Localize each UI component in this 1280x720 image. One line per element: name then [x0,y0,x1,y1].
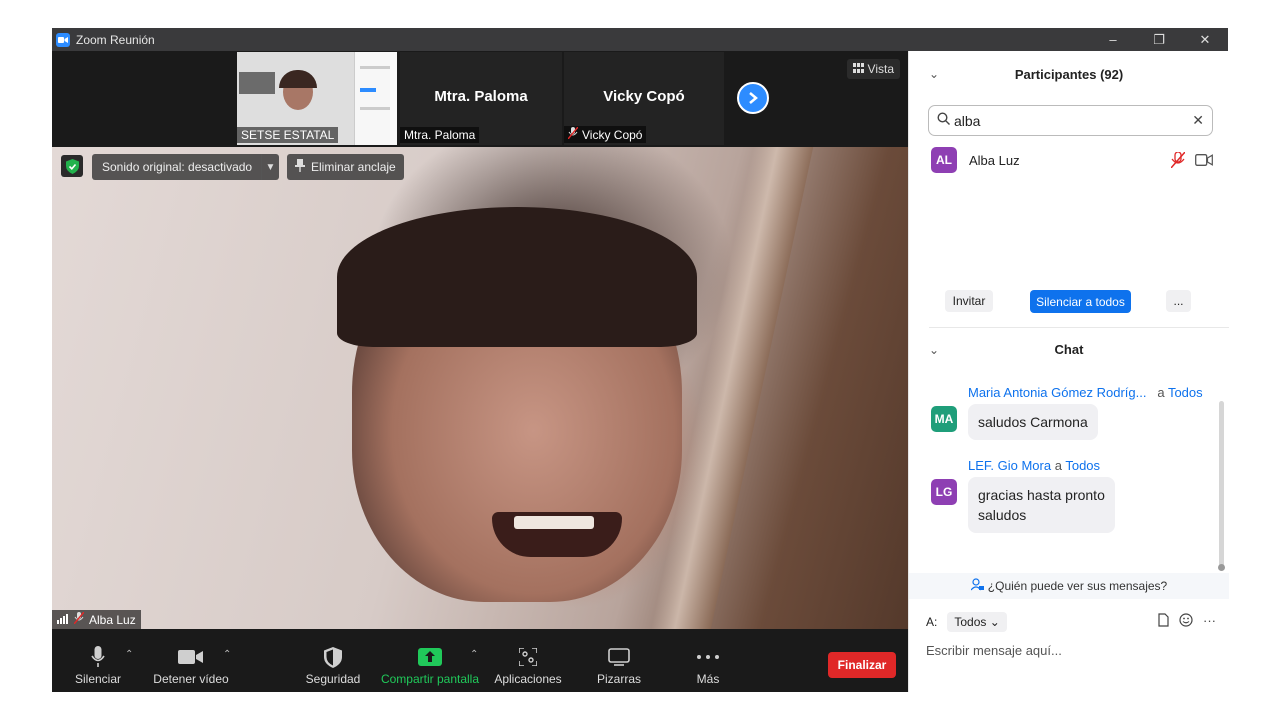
chat-message-bubble: saludos Carmona [968,404,1098,440]
chat-scrollbar[interactable] [1219,401,1224,569]
active-speaker-video: Sonido original: desactivado ▼ Eliminar … [52,147,908,629]
unpin-button[interactable]: Eliminar anclaje [287,154,404,180]
chevron-up-icon[interactable]: ⌃ [223,649,231,660]
clear-search-icon[interactable]: ✕ [1192,112,1204,129]
zoom-window: Zoom Reunión – ❐ ✕ SETSE ESTATAL Mtra. P… [52,28,1229,692]
gallery-tile-participant[interactable]: Vicky Copó Vicky Copó [564,52,724,145]
title-bar: Zoom Reunión – ❐ ✕ [52,28,1228,51]
speaker-mouth [492,512,622,557]
participant-search-input[interactable] [954,112,1184,129]
chat-recipient-row: A: Todos ⌄ ··· [926,611,1216,633]
apps-button[interactable]: Aplicaciones [492,629,564,692]
view-button[interactable]: Vista [846,59,900,79]
recipient-select[interactable]: Todos ⌄ [947,612,1007,632]
gallery-tile-screen-share[interactable]: SETSE ESTATAL [237,52,397,145]
who-can-see-link[interactable]: ¿Quién puede ver sus mensajes? [909,573,1229,599]
zoom-logo-icon [56,32,70,47]
minimize-button[interactable]: – [1090,28,1136,51]
mute-button[interactable]: Silenciar [70,629,126,692]
pin-icon [295,159,305,175]
gallery-strip: SETSE ESTATAL Mtra. Paloma Mtra. Paloma … [52,51,908,146]
window-title: Zoom Reunión [76,32,155,47]
next-page-button[interactable] [737,82,769,114]
speaker-hair [337,207,697,347]
participant-row[interactable]: AL Alba Luz [931,147,1221,173]
search-icon [937,111,950,130]
chevron-down-icon[interactable]: ▼ [261,154,279,180]
share-screen-button[interactable]: Compartir pantalla [378,629,482,692]
meeting-control-bar: Silenciar ⌃ Detener vídeo ⌃ Seguridad Co… [52,629,908,692]
tile-label: Mtra. Paloma [400,127,480,143]
section-divider [929,327,1229,328]
ellipsis-icon [697,642,719,672]
share-screen-icon [418,642,442,672]
whiteboards-button[interactable]: Pizarras [588,629,650,692]
chat-message-sender: Maria Antonia Gómez Rodríg... a Todos [968,385,1203,400]
original-sound-button[interactable]: Sonido original: desactivado [92,154,263,180]
chevron-up-icon[interactable]: ⌃ [470,649,478,660]
video-camera-icon [178,642,204,672]
emoji-icon[interactable] [1179,613,1193,630]
invite-button[interactable]: Invitar [945,290,993,312]
shield-icon [324,642,342,672]
participant-search-box[interactable]: ✕ [928,105,1213,136]
restore-button[interactable]: ❐ [1136,28,1182,51]
avatar: AL [931,147,957,173]
avatar: MA [931,406,957,432]
chat-header: Chat [1054,342,1084,357]
video-area: SETSE ESTATAL Mtra. Paloma Mtra. Paloma … [52,51,908,692]
signal-strength-icon [57,613,69,627]
mic-muted-icon [73,611,85,627]
security-button[interactable]: Seguridad [302,629,364,692]
apps-icon [519,642,537,672]
tile-label: Vicky Copó [564,126,647,143]
encryption-shield-icon[interactable] [61,155,83,177]
whiteboard-icon [608,642,630,672]
end-meeting-button[interactable]: Finalizar [828,652,896,678]
more-button[interactable]: Más [678,629,738,692]
tile-label: SETSE ESTATAL [237,127,339,143]
file-icon[interactable] [1158,613,1169,630]
speaker-name-label: Alba Luz [52,610,141,629]
chat-message-input[interactable] [926,639,1216,661]
avatar: LG [931,479,957,505]
chat-message-sender: LEF. Gio Mora a Todos [968,458,1101,473]
side-panel: ⌄ Participantes (92) ✕ AL Alba Luz Invit… [908,51,1229,692]
grid-icon [852,62,864,76]
chat-thumbnail [354,52,397,145]
video-overlay-toolbar: Sonido original: desactivado ▼ Eliminar … [52,147,908,187]
participant-name: Alba Luz [969,152,1020,168]
gallery-tile-participant[interactable]: Mtra. Paloma Mtra. Paloma [400,52,562,145]
scrollbar-thumb[interactable] [1218,564,1225,571]
microphone-icon [91,642,105,672]
mic-muted-icon [567,126,579,142]
chat-message-bubble: gracias hasta pronto saludos [968,477,1115,533]
video-camera-icon[interactable] [1195,153,1213,171]
stop-video-button[interactable]: Detener vídeo [150,629,232,692]
mic-muted-icon[interactable] [1170,151,1186,173]
chevron-right-icon [749,92,758,104]
mute-all-button[interactable]: Silenciar a todos [1030,290,1131,313]
to-label: A: [926,615,938,629]
chevron-up-icon[interactable]: ⌃ [125,649,133,660]
participants-header: Participantes (92) [1014,67,1124,82]
more-options-icon[interactable]: ··· [1203,613,1216,630]
close-button[interactable]: ✕ [1182,28,1228,51]
participant-name: Mtra. Paloma [434,88,528,105]
participant-name: Vicky Copó [603,88,685,105]
participants-more-button[interactable]: ... [1166,290,1191,312]
user-lock-icon [970,578,984,594]
